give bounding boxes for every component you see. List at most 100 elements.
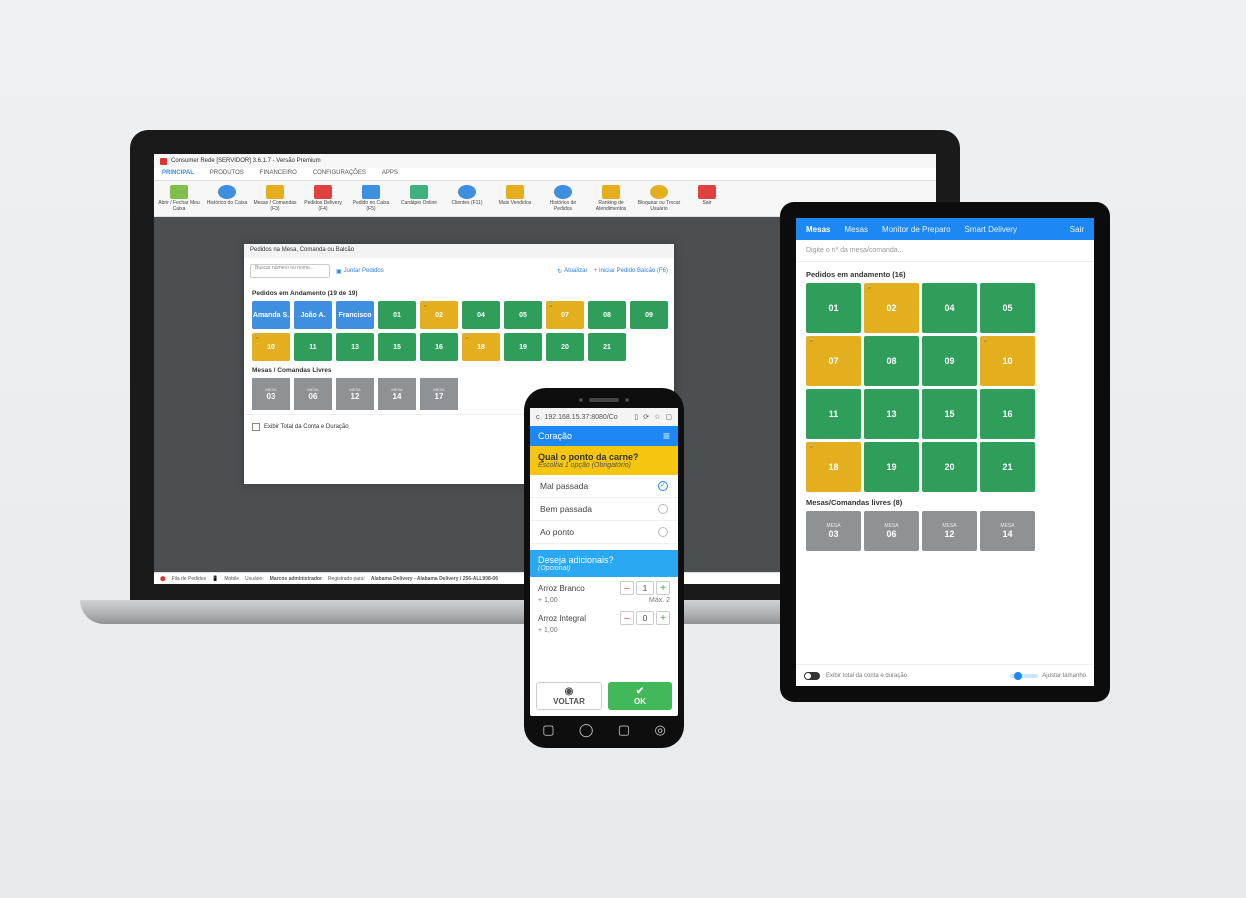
table-tile[interactable]: 09 xyxy=(922,336,977,386)
table-tile[interactable]: 09 xyxy=(630,301,668,329)
menu-tabstrip[interactable]: PRINCIPAL PRODUTOS FINANCEIRO CONFIGURAÇ… xyxy=(154,168,936,180)
menu-icon[interactable]: ≡ xyxy=(663,429,670,443)
free-table-tile[interactable]: MESA03 xyxy=(806,511,861,551)
table-tile[interactable]: 10 xyxy=(980,336,1035,386)
menu-tab[interactable]: PRINCIPAL xyxy=(154,168,202,180)
ok-button[interactable]: ✔ OK xyxy=(608,682,672,710)
browser-url-bar[interactable]: ᴄ 192.168.15.37:8080/Co ▯ ⟳ ☆ ▢ xyxy=(530,408,678,426)
ribbon-button[interactable]: Cardápio Online xyxy=(396,183,442,214)
table-tile[interactable]: 21 xyxy=(588,333,626,361)
menu-tab[interactable]: PRODUTOS xyxy=(202,168,252,180)
nav-tab[interactable]: Smart Delivery xyxy=(965,225,1017,234)
nav-tab[interactable]: Mesas xyxy=(844,225,868,234)
start-counter-order-button[interactable]: + Iniciar Pedido Balcão (F6) xyxy=(593,268,668,274)
table-tile[interactable]: 01 xyxy=(378,301,416,329)
refresh-button[interactable]: ↻ Atualizar xyxy=(557,268,587,275)
nav-tab[interactable]: Mesas xyxy=(806,225,830,234)
table-tile[interactable]: 10 xyxy=(252,333,290,361)
menu-tab[interactable]: APPS xyxy=(374,168,406,180)
star-icon[interactable]: ☆ xyxy=(654,413,660,421)
table-tile[interactable]: 04 xyxy=(922,283,977,333)
table-tile[interactable]: 20 xyxy=(922,442,977,492)
ribbon-button[interactable]: Pedido no Caixa (F5) xyxy=(348,183,394,214)
status-queue[interactable]: Fila de Pedidos xyxy=(172,576,206,582)
sys-recent-icon[interactable]: ▢ xyxy=(542,722,554,738)
table-tile[interactable]: 08 xyxy=(864,336,919,386)
free-table-tile[interactable]: MESA06 xyxy=(294,378,332,410)
free-table-tile[interactable]: MESA14 xyxy=(378,378,416,410)
menu-tab[interactable]: CONFIGURAÇÕES xyxy=(305,168,374,180)
sys-home-icon[interactable]: ◯ xyxy=(579,722,594,738)
table-tile[interactable]: João A. xyxy=(294,301,332,329)
table-tile[interactable]: 13 xyxy=(864,389,919,439)
tabs-icon[interactable]: ▢ xyxy=(665,413,672,421)
free-table-tile[interactable]: MESA12 xyxy=(922,511,977,551)
ribbon-button[interactable]: Histórico do Caixa xyxy=(204,183,250,214)
table-tile[interactable]: 05 xyxy=(980,283,1035,333)
table-tile[interactable]: 16 xyxy=(980,389,1035,439)
status-mobile[interactable]: Mobile xyxy=(224,576,239,582)
table-tile[interactable]: 04 xyxy=(462,301,500,329)
table-tile[interactable]: 18 xyxy=(462,333,500,361)
back-button[interactable]: ◉ VOLTAR xyxy=(536,682,602,710)
ribbon-button[interactable]: Mesas / Comandas (F3) xyxy=(252,183,298,214)
table-tile[interactable]: 19 xyxy=(504,333,542,361)
logout-button[interactable]: Sair xyxy=(1070,225,1084,234)
ribbon-button[interactable]: Clientes (F11) xyxy=(444,183,490,214)
free-table-tile[interactable]: MESA14 xyxy=(980,511,1035,551)
plus-button[interactable]: + xyxy=(656,611,670,625)
tablet-search-input[interactable]: Digite o nº da mesa/comanda... xyxy=(796,240,1094,262)
table-tile[interactable]: Amanda S. xyxy=(252,301,290,329)
table-tile[interactable]: 21 xyxy=(980,442,1035,492)
table-tile[interactable]: 18 xyxy=(806,442,861,492)
table-tile[interactable]: 05 xyxy=(504,301,542,329)
minus-button[interactable]: – xyxy=(620,581,634,595)
search-input[interactable]: Buscar número ou nome... xyxy=(250,264,330,278)
table-tile[interactable]: 15 xyxy=(922,389,977,439)
ribbon-button[interactable]: Histórico de Pedidos xyxy=(540,183,586,214)
table-tile[interactable]: 01 xyxy=(806,283,861,333)
show-total-label: Exibir total da conta e duração xyxy=(826,673,907,679)
free-table-tile[interactable]: MESA17 xyxy=(420,378,458,410)
ribbon-button[interactable]: Mais Vendidos xyxy=(492,183,538,214)
table-tile[interactable]: 07 xyxy=(546,301,584,329)
option-row[interactable]: Mal passada ✓ xyxy=(530,475,678,498)
table-tile[interactable]: 15 xyxy=(378,333,416,361)
menu-tab[interactable]: FINANCEIRO xyxy=(252,168,305,180)
option-row[interactable]: Ao ponto xyxy=(530,521,678,544)
free-table-tile[interactable]: MESA12 xyxy=(336,378,374,410)
ribbon-button[interactable]: Sair xyxy=(684,183,730,214)
show-total-checkbox[interactable] xyxy=(252,423,260,431)
minus-button[interactable]: – xyxy=(620,611,634,625)
free-table-tile[interactable]: MESA03 xyxy=(252,378,290,410)
plus-button[interactable]: + xyxy=(656,581,670,595)
table-tile[interactable]: 20 xyxy=(546,333,584,361)
table-tile[interactable]: Francisco xyxy=(336,301,374,329)
addon-row: Arroz Integral – 0 + xyxy=(530,607,678,627)
ribbon-button[interactable]: Bloquear ou Trocar Usuário xyxy=(636,183,682,214)
option-row[interactable]: Bem passada xyxy=(530,498,678,521)
refresh-icon[interactable]: ⟳ xyxy=(643,413,649,421)
table-tile[interactable]: 02 xyxy=(420,301,458,329)
table-tile[interactable]: 08 xyxy=(588,301,626,329)
ribbon-button[interactable]: Ranking de Atendimentos xyxy=(588,183,634,214)
table-tile[interactable]: 13 xyxy=(336,333,374,361)
table-tile[interactable]: 16 xyxy=(420,333,458,361)
ribbon-label: Pedidos Delivery (F4) xyxy=(304,200,342,212)
sys-back-icon[interactable]: ▢ xyxy=(618,722,630,738)
table-tile[interactable]: 07 xyxy=(806,336,861,386)
show-total-toggle[interactable] xyxy=(804,672,820,680)
sys-overview-icon[interactable]: ◎ xyxy=(654,722,665,738)
table-tile[interactable]: 11 xyxy=(294,333,332,361)
table-tile[interactable]: 02 xyxy=(864,283,919,333)
resize-control[interactable]: Ajustar tamanho xyxy=(1010,673,1086,679)
reader-icon[interactable]: ▯ xyxy=(634,413,638,421)
question-title: Qual o ponto da carne? xyxy=(538,452,639,462)
ribbon-button[interactable]: Abrir / Fechar Meu Caixa xyxy=(156,183,202,214)
ribbon-button[interactable]: Pedidos Delivery (F4) xyxy=(300,183,346,214)
nav-tab[interactable]: Monitor de Preparo xyxy=(882,225,950,234)
table-tile[interactable]: 19 xyxy=(864,442,919,492)
merge-orders-button[interactable]: ▣ Juntar Pedidos xyxy=(336,268,384,275)
table-tile[interactable]: 11 xyxy=(806,389,861,439)
free-table-tile[interactable]: MESA06 xyxy=(864,511,919,551)
